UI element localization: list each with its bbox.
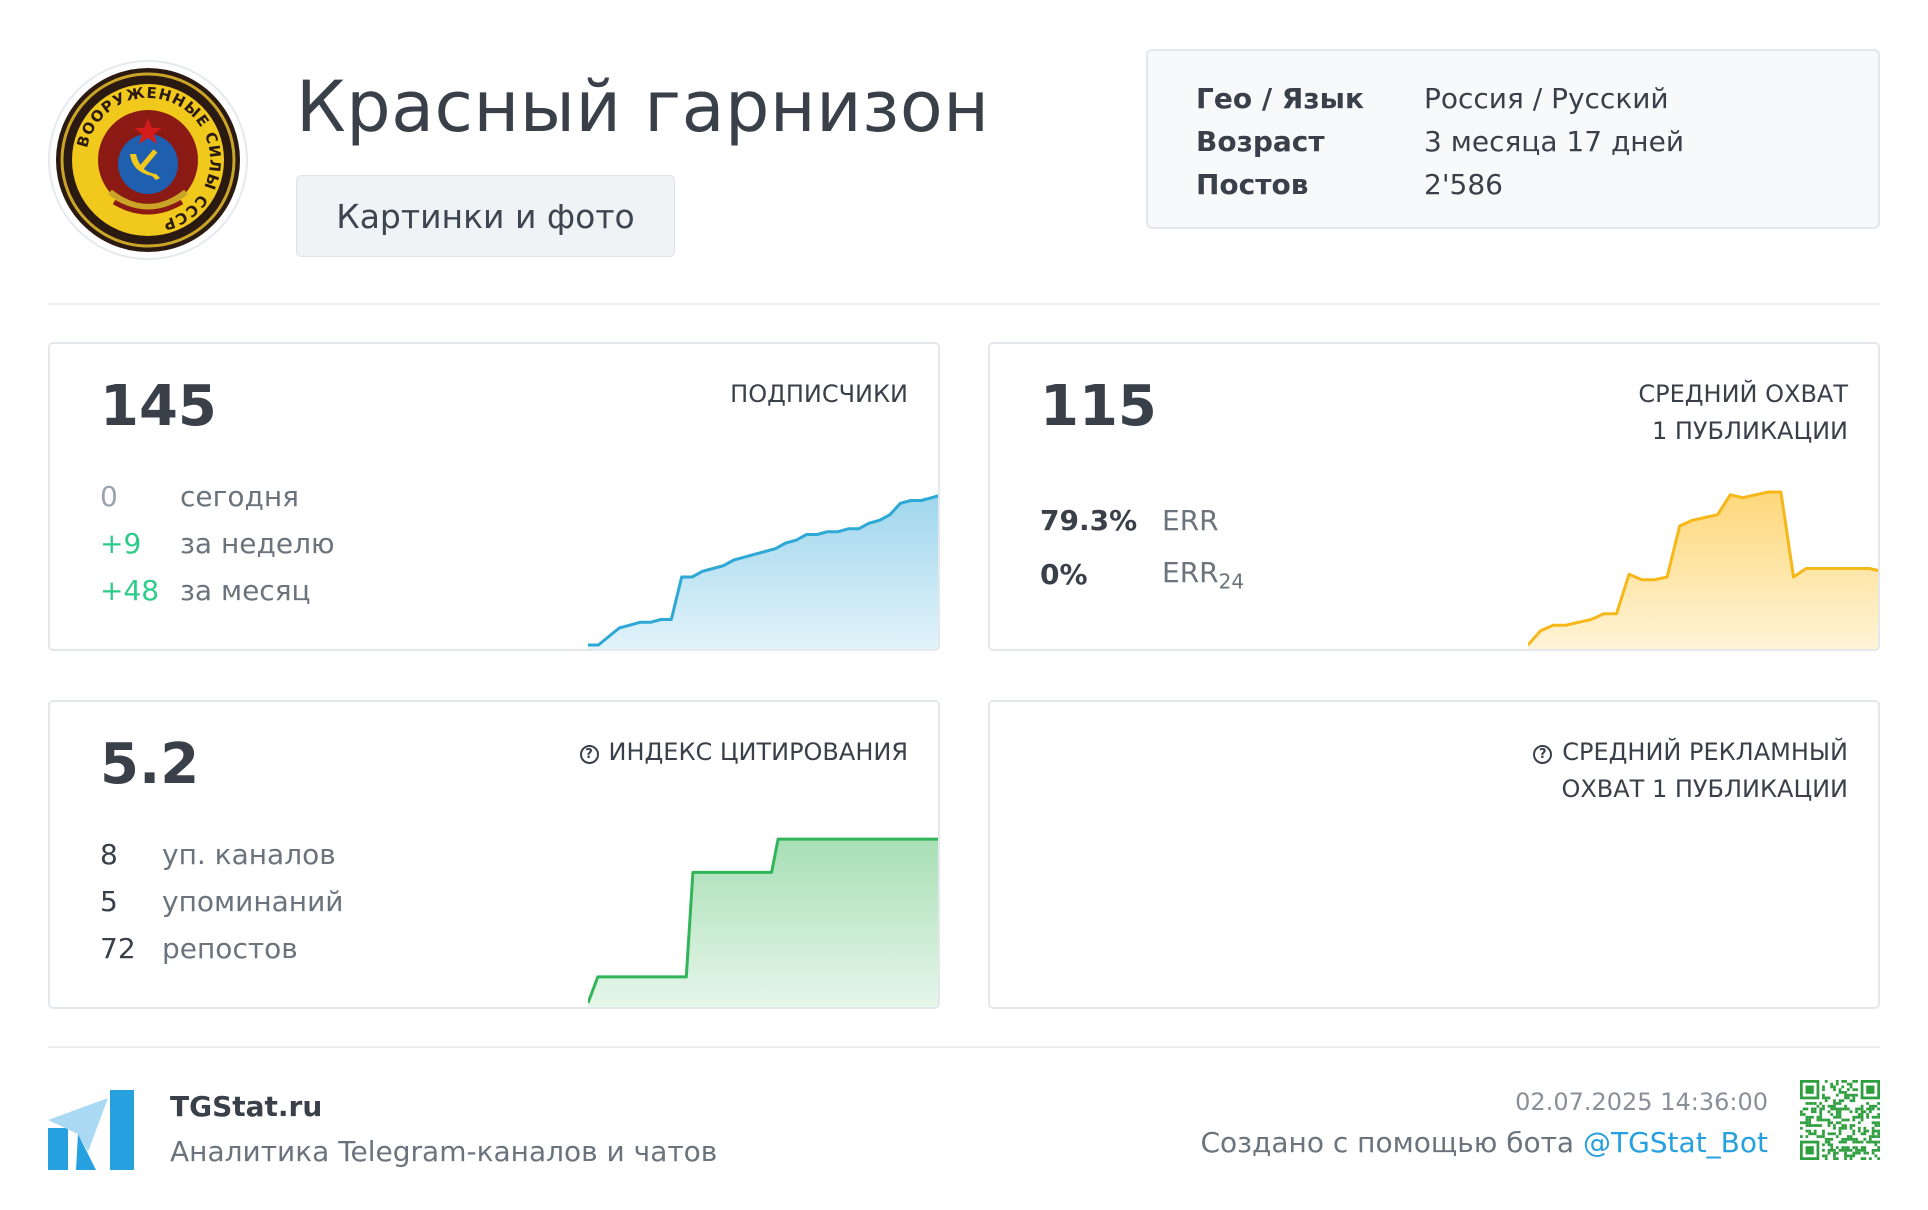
info-value: Россия / Русский: [1424, 82, 1669, 115]
err-value: 79.3%: [1040, 504, 1138, 537]
reach-series-area: [1528, 492, 1878, 649]
subscribers-count: 145: [100, 374, 217, 439]
footer-datetime: 02.07.2025 14:36:00: [1515, 1088, 1768, 1116]
stat-number: +48: [100, 574, 160, 607]
footer-site-name[interactable]: TGStat.ru: [170, 1090, 322, 1123]
header-divider: [48, 303, 1880, 305]
category-badge[interactable]: Картинки и фото: [296, 175, 675, 257]
info-value: 3 месяца 17 дней: [1424, 125, 1685, 158]
subscribers-chart: [588, 494, 938, 649]
err24-label: ERR24: [1162, 556, 1244, 594]
citation-series-area: [588, 839, 938, 1007]
stat-text: за месяц: [180, 574, 311, 607]
citation-index: 5.2: [100, 732, 200, 797]
info-row-age: Возраст 3 месяца 17 дней: [1196, 120, 1878, 163]
stat-number: 72: [100, 932, 136, 965]
stat-row-err24: 0% ERR24: [1040, 556, 1244, 594]
made-with-text: Создано с помощью бота: [1200, 1126, 1583, 1159]
subscribers-series-area: [588, 495, 938, 649]
reach-label-line2: 1 ПУБЛИКАЦИИ: [1651, 417, 1848, 445]
reach-card: 115 СРЕДНИЙ ОХВАТ 1 ПУБЛИКАЦИИ 79.3% ERR…: [988, 342, 1880, 651]
stat-row-mentions: 5 упоминаний: [100, 885, 344, 918]
stat-row-channels: 8 уп. каналов: [100, 838, 336, 871]
ad-reach-card: ? СРЕДНИЙ РЕКЛАМНЫЙ ОХВАТ 1 ПУБЛИКАЦИИ: [988, 700, 1880, 1009]
stat-row-week: +9 за неделю: [100, 527, 335, 560]
stat-number: 5: [100, 885, 118, 918]
err-label: ERR: [1162, 504, 1219, 537]
citation-card: 5.2 ? ИНДЕКС ЦИТИРОВАНИЯ 8 уп. каналов 5 …: [48, 700, 940, 1009]
reach-count: 115: [1040, 374, 1157, 439]
citation-label-text: ИНДЕКС ЦИТИРОВАНИЯ: [608, 738, 908, 766]
ussr-armed-forces-emblem-icon: ВООРУЖЕННЫЕ СИЛЫ СССР: [56, 68, 240, 252]
err24-subscript: 24: [1218, 569, 1245, 594]
info-key: Гео / Язык: [1196, 82, 1364, 115]
info-key: Возраст: [1196, 125, 1325, 158]
reach-chart: [1528, 490, 1878, 649]
stat-text: репостов: [162, 932, 298, 965]
citation-chart: [588, 837, 938, 1007]
channel-info-box: Гео / Язык Россия / Русский Возраст 3 ме…: [1146, 49, 1880, 229]
help-icon[interactable]: ?: [1533, 745, 1553, 764]
footer-description: Аналитика Telegram-каналов и чатов: [170, 1135, 718, 1168]
info-row-posts: Постов 2'586: [1196, 163, 1878, 206]
footer-divider: [48, 1046, 1880, 1048]
stat-text: за неделю: [180, 527, 335, 560]
qr-code-icon[interactable]: [1800, 1080, 1880, 1160]
stat-text: уп. каналов: [162, 838, 336, 871]
stat-text: упоминаний: [162, 885, 344, 918]
stat-text: сегодня: [180, 480, 299, 513]
subscribers-card: 145 ПОДПИСЧИКИ 0 сегодня +9 за неделю +4…: [48, 342, 940, 651]
stat-row-err: 79.3% ERR: [1040, 504, 1219, 537]
citation-label[interactable]: ? ИНДЕКС ЦИТИРОВАНИЯ: [579, 734, 908, 771]
stat-number: +9: [100, 527, 142, 560]
bot-link[interactable]: @TGStat_Bot: [1583, 1126, 1768, 1159]
subscribers-label: ПОДПИСЧИКИ: [730, 380, 908, 408]
info-value: 2'586: [1424, 168, 1503, 201]
info-row-geo: Гео / Язык Россия / Русский: [1196, 77, 1878, 120]
stat-number: 0: [100, 480, 118, 513]
stat-number: 8: [100, 838, 118, 871]
err24-label-text: ERR: [1162, 556, 1219, 589]
ad-reach-label-line2: ОХВАТ 1 ПУБЛИКАЦИИ: [1561, 775, 1848, 803]
channel-avatar: ВООРУЖЕННЫЕ СИЛЫ СССР: [48, 60, 248, 260]
stat-row-reposts: 72 репостов: [100, 932, 298, 965]
reach-label: СРЕДНИЙ ОХВАТ 1 ПУБЛИКАЦИИ: [1638, 376, 1848, 450]
stat-row-month: +48 за месяц: [100, 574, 311, 607]
err24-value: 0%: [1040, 558, 1088, 592]
footer-made-with: Создано с помощью бота @TGStat_Bot: [1200, 1126, 1768, 1159]
channel-title: Красный гарнизон: [296, 66, 990, 148]
stat-row-today: 0 сегодня: [100, 480, 299, 513]
tgstat-logo-icon: [48, 1090, 134, 1170]
ad-reach-label-line1: СРЕДНИЙ РЕКЛАМНЫЙ: [1562, 738, 1848, 766]
info-key: Постов: [1196, 168, 1309, 201]
help-icon[interactable]: ?: [579, 745, 599, 764]
reach-label-line1: СРЕДНИЙ ОХВАТ: [1638, 380, 1848, 408]
ad-reach-label[interactable]: ? СРЕДНИЙ РЕКЛАМНЫЙ ОХВАТ 1 ПУБЛИКАЦИИ: [1533, 734, 1848, 808]
